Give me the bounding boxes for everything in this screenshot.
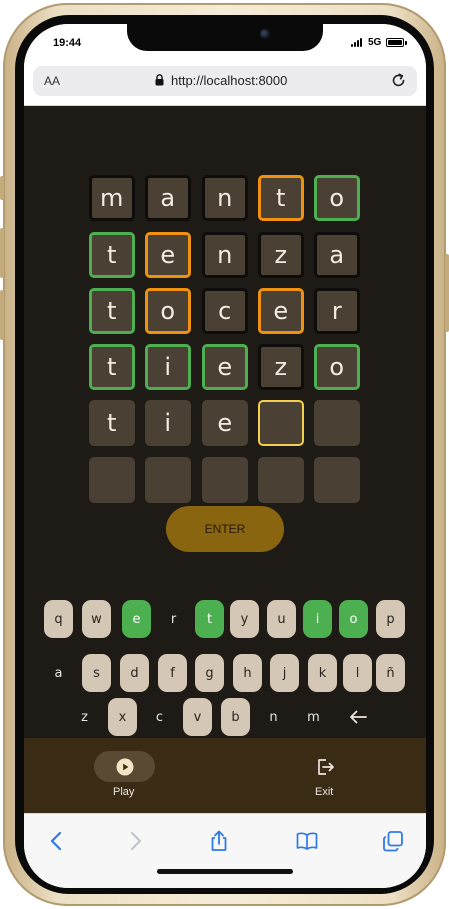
home-indicator <box>157 869 293 874</box>
board-tile: r <box>314 288 360 334</box>
board-tile: e <box>258 288 304 334</box>
board-tile: t <box>89 288 135 334</box>
network-type: 5G <box>368 37 382 48</box>
board-tile <box>258 457 304 503</box>
key-i[interactable]: i <box>303 600 332 638</box>
enter-button[interactable]: ENTER <box>166 506 284 552</box>
board-tile: n <box>202 175 248 221</box>
backspace-key[interactable] <box>343 698 372 736</box>
board-tile: e <box>202 344 248 390</box>
nav-play-label[interactable]: Play <box>113 786 134 798</box>
key-e[interactable]: e <box>122 600 151 638</box>
key-j[interactable]: j <box>270 654 299 692</box>
key-k[interactable]: k <box>308 654 337 692</box>
board-tile: n <box>202 232 248 278</box>
key-z[interactable]: z <box>70 698 99 736</box>
board-tile: o <box>145 288 191 334</box>
key-f[interactable]: f <box>158 654 187 692</box>
key-m[interactable]: m <box>299 698 328 736</box>
notch <box>127 24 323 51</box>
key-w[interactable]: w <box>82 600 111 638</box>
board-tile: o <box>314 344 360 390</box>
nav-exit-label[interactable]: Exit <box>315 786 333 798</box>
silent-switch <box>0 176 4 200</box>
key-y[interactable]: y <box>230 600 259 638</box>
volume-down-button <box>0 290 4 340</box>
board-tile: e <box>145 232 191 278</box>
board-tile <box>258 400 304 446</box>
phone-screen: 19:44 5G AA http://localhost:8000 m a n … <box>24 24 426 888</box>
app-bottom-nav: Play Exit <box>24 738 426 813</box>
forward-icon[interactable] <box>124 830 146 852</box>
browser-address-bar: AA http://localhost:8000 <box>24 66 426 106</box>
board-tile <box>314 457 360 503</box>
key-l[interactable]: l <box>343 654 372 692</box>
board-tile: t <box>89 400 135 446</box>
key-a[interactable]: a <box>44 654 73 692</box>
key-t[interactable]: t <box>195 600 224 638</box>
board-tile: o <box>314 175 360 221</box>
board-tile: m <box>89 175 135 221</box>
back-icon[interactable] <box>46 830 68 852</box>
front-camera <box>260 29 270 39</box>
game-area: mantotenzatocertiezotie ENTER qwertyuiop… <box>24 106 426 738</box>
key-v[interactable]: v <box>183 698 212 736</box>
share-icon[interactable] <box>208 830 230 852</box>
key-d[interactable]: d <box>120 654 149 692</box>
tabs-icon[interactable] <box>382 830 404 852</box>
reload-icon[interactable] <box>390 72 407 89</box>
volume-up-button <box>0 228 4 278</box>
key-c[interactable]: c <box>145 698 174 736</box>
key-r[interactable]: r <box>159 600 188 638</box>
key-q[interactable]: q <box>44 600 73 638</box>
board-tile: i <box>145 400 191 446</box>
play-icon <box>116 758 134 776</box>
battery-cap <box>405 41 407 45</box>
board-tile <box>202 457 248 503</box>
key-n[interactable]: n <box>259 698 288 736</box>
lock-icon <box>155 74 164 86</box>
key-x[interactable]: x <box>108 698 137 736</box>
board-tile: t <box>89 232 135 278</box>
board-tile: a <box>314 232 360 278</box>
url-text[interactable]: http://localhost:8000 <box>171 73 287 88</box>
url-field[interactable]: AA http://localhost:8000 <box>33 66 417 96</box>
board-tile: z <box>258 344 304 390</box>
board-tile: e <box>202 400 248 446</box>
bookmarks-icon[interactable] <box>296 830 318 852</box>
key-b[interactable]: b <box>221 698 250 736</box>
signal-bars-icon <box>351 38 365 47</box>
key-ñ[interactable]: ñ <box>376 654 405 692</box>
board-tile: a <box>145 175 191 221</box>
backspace-arrow-icon <box>349 710 367 724</box>
board-tile: z <box>258 232 304 278</box>
key-g[interactable]: g <box>195 654 224 692</box>
status-bar: 19:44 5G <box>24 24 426 66</box>
key-h[interactable]: h <box>233 654 262 692</box>
board-tile: i <box>145 344 191 390</box>
board-tile <box>314 400 360 446</box>
battery-icon <box>386 38 404 47</box>
board-tile: c <box>202 288 248 334</box>
key-u[interactable]: u <box>267 600 296 638</box>
key-p[interactable]: p <box>376 600 405 638</box>
board-tile <box>89 457 135 503</box>
board-tile: t <box>89 344 135 390</box>
text-size-button[interactable]: AA <box>44 74 60 88</box>
board-tile: t <box>258 175 304 221</box>
status-time: 19:44 <box>53 37 82 49</box>
key-o[interactable]: o <box>339 600 368 638</box>
board-tile <box>145 457 191 503</box>
key-s[interactable]: s <box>82 654 111 692</box>
exit-icon[interactable] <box>315 757 335 777</box>
power-button <box>445 254 449 332</box>
safari-toolbar <box>24 813 426 888</box>
